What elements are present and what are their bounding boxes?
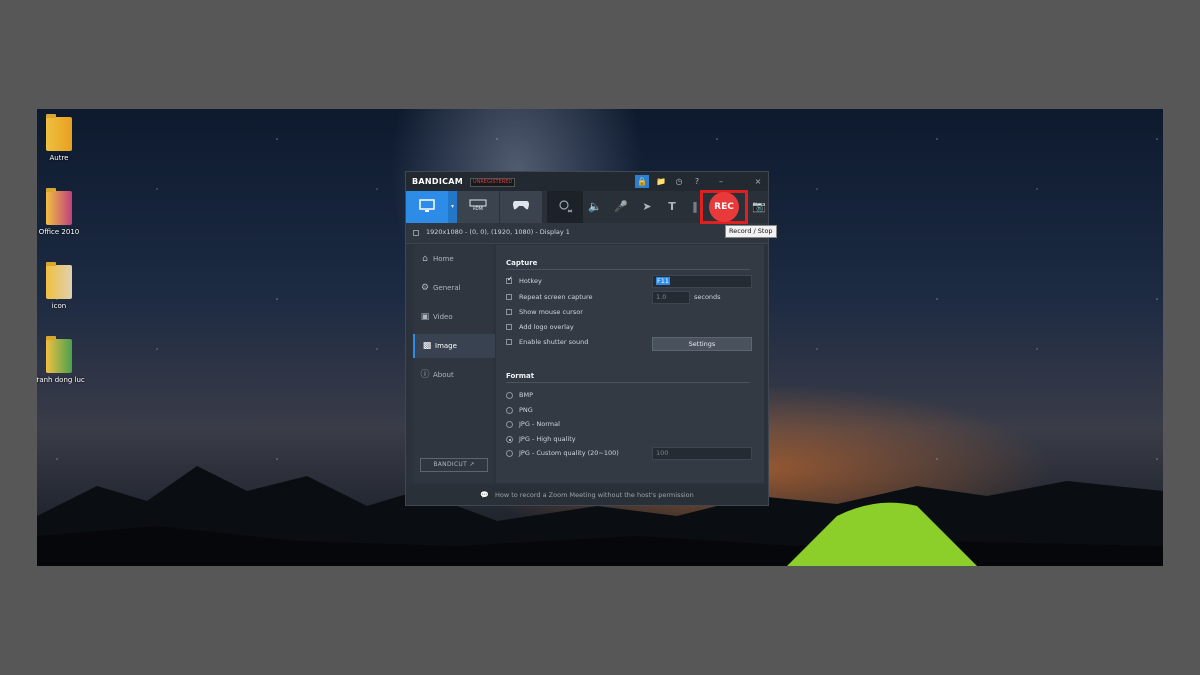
gamepad-icon xyxy=(513,201,529,210)
minimize-icon[interactable]: – xyxy=(714,175,728,188)
folder-icon xyxy=(46,188,72,225)
sidebar-item-image[interactable]: ▩ Image xyxy=(413,334,495,358)
folder-icon xyxy=(46,262,72,299)
divider xyxy=(506,269,750,270)
sidebar: ⌂ Home ⚙ General ▣ Video ▩ Image ⓘ About… xyxy=(413,245,495,483)
format-radio-jpg-custom[interactable] xyxy=(506,450,513,457)
tip-footer[interactable]: 💬 How to record a Zoom Meeting without th… xyxy=(406,485,768,505)
hotkey-checkbox[interactable]: ✓ xyxy=(506,275,513,284)
camera-icon[interactable]: 📷 xyxy=(752,200,766,214)
hotkey-field[interactable]: F11 xyxy=(652,275,752,288)
desktop-icon-tranh-dong-luc[interactable]: Tranh dong luc xyxy=(37,336,89,385)
chat-icon: 💬 xyxy=(480,491,489,499)
webcam-icon xyxy=(559,200,573,213)
shutter-sound-checkbox[interactable] xyxy=(506,339,512,345)
sidebar-item-about[interactable]: ⓘ About xyxy=(413,363,493,387)
sidebar-item-video[interactable]: ▣ Video xyxy=(413,305,493,329)
folder-icon xyxy=(46,336,72,373)
seconds-label: seconds xyxy=(694,293,721,301)
sidebar-item-home[interactable]: ⌂ Home xyxy=(413,247,493,271)
video-icon: ▣ xyxy=(420,312,430,322)
home-icon: ⌂ xyxy=(422,254,428,264)
format-radio-bmp[interactable] xyxy=(506,392,513,399)
lock-icon[interactable]: 🔒 xyxy=(635,175,649,188)
format-section-title: Format xyxy=(506,372,535,380)
bandicut-button[interactable]: BANDICUT ↗ xyxy=(420,458,488,472)
repeat-capture-checkbox[interactable] xyxy=(506,294,512,300)
format-radio-png[interactable] xyxy=(506,407,513,414)
unregistered-badge[interactable]: UNREGISTERED xyxy=(470,178,516,187)
rec-tooltip: Record / Stop xyxy=(725,225,777,238)
logo-overlay-checkbox[interactable] xyxy=(506,324,512,330)
game-mode-button[interactable] xyxy=(500,191,542,223)
show-cursor-checkbox[interactable] xyxy=(506,309,512,315)
gear-icon: ⚙ xyxy=(420,283,430,293)
microphone-icon[interactable]: 🎤 xyxy=(614,200,628,214)
device-mode-button[interactable]: HDMI xyxy=(457,191,499,223)
external-link-icon: ↗ xyxy=(469,461,475,468)
desktop-icon-autre[interactable]: Autre xyxy=(37,114,89,163)
chevron-down-icon: ▾ xyxy=(450,203,454,210)
desktop-icon-office-2010[interactable]: Office 2010 xyxy=(37,188,89,237)
speaker-icon[interactable]: 🔈 xyxy=(588,200,602,214)
screen-mode-button[interactable] xyxy=(406,191,448,223)
capture-area-text: 1920x1080 - (0, 0), (1920, 1080) - Displ… xyxy=(426,228,570,236)
folder-icon xyxy=(46,114,72,151)
sidebar-item-general[interactable]: ⚙ General xyxy=(413,276,493,300)
folder-icon[interactable]: 📁 xyxy=(654,175,668,188)
text-overlay-icon[interactable]: T xyxy=(665,200,679,214)
title-bar[interactable]: BANDICAM UNREGISTERED 🔒 📁 ◷ ? – × xyxy=(406,172,768,191)
capture-section-title: Capture xyxy=(506,259,538,267)
rec-button[interactable]: REC xyxy=(709,192,739,222)
monitor-icon xyxy=(419,199,435,212)
clock-icon[interactable]: ◷ xyxy=(672,175,686,188)
bandicam-window: BANDICAM UNREGISTERED 🔒 📁 ◷ ? – × ▾ HDMI… xyxy=(405,171,769,506)
desktop-icon-icon[interactable]: icon xyxy=(37,262,89,311)
format-radio-jpg-normal[interactable] xyxy=(506,421,513,428)
close-icon[interactable]: × xyxy=(751,175,765,188)
webcam-overlay-button[interactable] xyxy=(547,191,583,223)
capture-area-checkbox[interactable] xyxy=(413,230,419,236)
screen-mode-dropdown[interactable]: ▾ xyxy=(448,191,457,223)
mouse-cursor-icon[interactable]: ➤ xyxy=(640,200,654,214)
format-radio-jpg-high[interactable] xyxy=(506,436,513,443)
capture-area-bar: 1920x1080 - (0, 0), (1920, 1080) - Displ… xyxy=(406,223,768,244)
help-icon[interactable]: ? xyxy=(690,175,704,188)
image-settings-panel: Capture ✓ Hotkey F11 Repeat screen captu… xyxy=(496,245,764,483)
info-icon: ⓘ xyxy=(420,370,430,380)
image-icon: ▩ xyxy=(422,341,432,351)
divider xyxy=(506,382,750,383)
custom-quality-field[interactable]: 100 xyxy=(652,447,752,460)
svg-text:HDMI: HDMI xyxy=(473,206,484,211)
repeat-interval-field[interactable]: 1.0 xyxy=(652,291,690,304)
hdmi-icon: HDMI xyxy=(469,199,487,211)
settings-button[interactable]: Settings xyxy=(652,337,752,351)
app-brand: BANDICAM xyxy=(412,177,464,186)
